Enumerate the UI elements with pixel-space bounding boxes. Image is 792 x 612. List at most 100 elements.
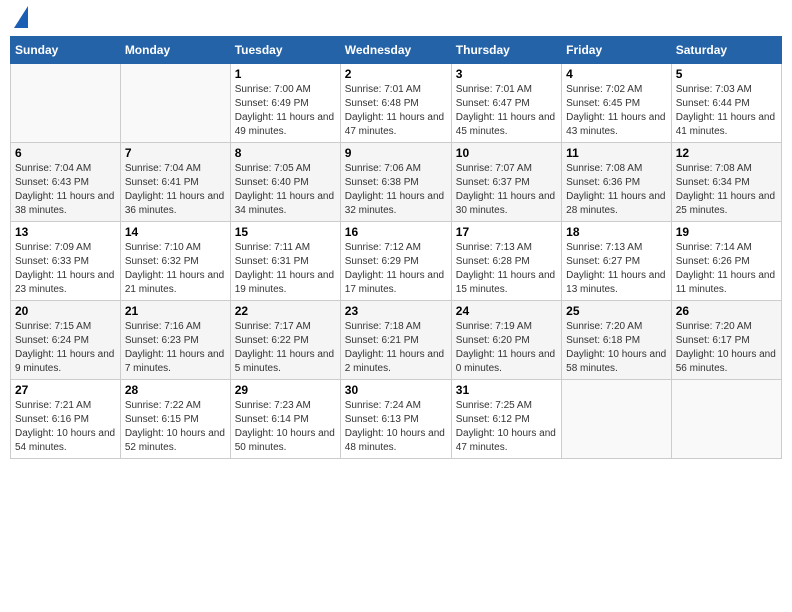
calendar-cell: 13 Sunrise: 7:09 AMSunset: 6:33 PMDayligh… — [11, 222, 121, 301]
day-info: Sunrise: 7:21 AMSunset: 6:16 PMDaylight:… — [15, 399, 116, 455]
day-number: 13 — [15, 225, 116, 239]
day-info: Sunrise: 7:00 AMSunset: 6:49 PMDaylight:… — [235, 83, 336, 139]
day-info: Sunrise: 7:12 AMSunset: 6:29 PMDaylight:… — [345, 241, 447, 297]
day-info: Sunrise: 7:22 AMSunset: 6:15 PMDaylight:… — [125, 399, 226, 455]
calendar-cell: 27 Sunrise: 7:21 AMSunset: 6:16 PMDayligh… — [11, 380, 121, 459]
day-number: 24 — [456, 304, 557, 318]
day-number: 21 — [125, 304, 226, 318]
day-number: 11 — [566, 146, 667, 160]
calendar-cell: 22Sunrise: 7:17 AMSunset: 6:22 PMDayligh… — [230, 301, 340, 380]
day-info: Sunrise: 7:08 AMSunset: 6:34 PMDaylight:… — [676, 162, 777, 218]
calendar-cell: 19 Sunrise: 7:14 AMSunset: 6:26 PMDayligh… — [671, 222, 781, 301]
calendar-cell: 25 Sunrise: 7:20 AMSunset: 6:18 PMDayligh… — [562, 301, 672, 380]
day-info: Sunrise: 7:04 AMSunset: 6:43 PMDaylight:… — [15, 162, 116, 218]
calendar-cell — [671, 380, 781, 459]
calendar-cell: 30 Sunrise: 7:24 AMSunset: 6:13 PMDayligh… — [340, 380, 451, 459]
day-number: 30 — [345, 383, 447, 397]
calendar-week-row: 6 Sunrise: 7:04 AMSunset: 6:43 PMDaylight… — [11, 143, 782, 222]
calendar-cell: 26Sunrise: 7:20 AMSunset: 6:17 PMDayligh… — [671, 301, 781, 380]
day-info: Sunrise: 7:04 AMSunset: 6:41 PMDaylight:… — [125, 162, 226, 218]
day-info: Sunrise: 7:14 AMSunset: 6:26 PMDaylight:… — [676, 241, 777, 297]
logo-arrow-icon — [14, 6, 28, 28]
calendar-cell: 21Sunrise: 7:16 AMSunset: 6:23 PMDayligh… — [120, 301, 230, 380]
day-number: 9 — [345, 146, 447, 160]
calendar-cell: 29Sunrise: 7:23 AMSunset: 6:14 PMDayligh… — [230, 380, 340, 459]
calendar-header-row: SundayMondayTuesdayWednesdayThursdayFrid… — [11, 37, 782, 64]
day-info: Sunrise: 7:01 AMSunset: 6:47 PMDaylight:… — [456, 83, 557, 139]
calendar-cell: 17 Sunrise: 7:13 AMSunset: 6:28 PMDayligh… — [451, 222, 561, 301]
day-number: 14 — [125, 225, 226, 239]
day-number: 17 — [456, 225, 557, 239]
day-number: 20 — [15, 304, 116, 318]
day-number: 2 — [345, 67, 447, 81]
day-number: 23 — [345, 304, 447, 318]
day-info: Sunrise: 7:19 AMSunset: 6:20 PMDaylight:… — [456, 320, 557, 376]
day-info: Sunrise: 7:01 AMSunset: 6:48 PMDaylight:… — [345, 83, 447, 139]
calendar-week-row: 27 Sunrise: 7:21 AMSunset: 6:16 PMDayligh… — [11, 380, 782, 459]
day-info: Sunrise: 7:02 AMSunset: 6:45 PMDaylight:… — [566, 83, 667, 139]
calendar-cell: 1Sunrise: 7:00 AMSunset: 6:49 PMDaylight… — [230, 64, 340, 143]
weekday-header: Friday — [562, 37, 672, 64]
calendar-cell: 24 Sunrise: 7:19 AMSunset: 6:20 PMDayligh… — [451, 301, 561, 380]
day-number: 10 — [456, 146, 557, 160]
calendar-cell: 5 Sunrise: 7:03 AMSunset: 6:44 PMDaylight… — [671, 64, 781, 143]
day-number: 26 — [676, 304, 777, 318]
day-number: 29 — [235, 383, 336, 397]
day-info: Sunrise: 7:08 AMSunset: 6:36 PMDaylight:… — [566, 162, 667, 218]
day-number: 18 — [566, 225, 667, 239]
calendar-cell: 2 Sunrise: 7:01 AMSunset: 6:48 PMDaylight… — [340, 64, 451, 143]
weekday-header: Sunday — [11, 37, 121, 64]
calendar-cell: 16 Sunrise: 7:12 AMSunset: 6:29 PMDayligh… — [340, 222, 451, 301]
calendar-cell: 3 Sunrise: 7:01 AMSunset: 6:47 PMDaylight… — [451, 64, 561, 143]
calendar-cell: 20 Sunrise: 7:15 AMSunset: 6:24 PMDayligh… — [11, 301, 121, 380]
calendar-cell — [11, 64, 121, 143]
page-header — [10, 10, 782, 28]
calendar-cell: 31Sunrise: 7:25 AMSunset: 6:12 PMDayligh… — [451, 380, 561, 459]
weekday-header: Monday — [120, 37, 230, 64]
calendar-cell: 8Sunrise: 7:05 AMSunset: 6:40 PMDaylight… — [230, 143, 340, 222]
calendar-cell: 10 Sunrise: 7:07 AMSunset: 6:37 PMDayligh… — [451, 143, 561, 222]
calendar-week-row: 13 Sunrise: 7:09 AMSunset: 6:33 PMDayligh… — [11, 222, 782, 301]
calendar-cell: 11 Sunrise: 7:08 AMSunset: 6:36 PMDayligh… — [562, 143, 672, 222]
weekday-header: Tuesday — [230, 37, 340, 64]
day-info: Sunrise: 7:11 AMSunset: 6:31 PMDaylight:… — [235, 241, 336, 297]
weekday-header: Thursday — [451, 37, 561, 64]
day-number: 19 — [676, 225, 777, 239]
calendar-cell: 12 Sunrise: 7:08 AMSunset: 6:34 PMDayligh… — [671, 143, 781, 222]
calendar-cell: 7Sunrise: 7:04 AMSunset: 6:41 PMDaylight… — [120, 143, 230, 222]
day-info: Sunrise: 7:03 AMSunset: 6:44 PMDaylight:… — [676, 83, 777, 139]
day-number: 16 — [345, 225, 447, 239]
day-number: 27 — [15, 383, 116, 397]
day-info: Sunrise: 7:24 AMSunset: 6:13 PMDaylight:… — [345, 399, 447, 455]
day-number: 5 — [676, 67, 777, 81]
day-info: Sunrise: 7:10 AMSunset: 6:32 PMDaylight:… — [125, 241, 226, 297]
day-info: Sunrise: 7:18 AMSunset: 6:21 PMDaylight:… — [345, 320, 447, 376]
day-number: 3 — [456, 67, 557, 81]
day-info: Sunrise: 7:07 AMSunset: 6:37 PMDaylight:… — [456, 162, 557, 218]
day-number: 6 — [15, 146, 116, 160]
calendar-cell: 18 Sunrise: 7:13 AMSunset: 6:27 PMDayligh… — [562, 222, 672, 301]
day-number: 25 — [566, 304, 667, 318]
day-number: 4 — [566, 67, 667, 81]
calendar-cell: 9 Sunrise: 7:06 AMSunset: 6:38 PMDaylight… — [340, 143, 451, 222]
day-number: 28 — [125, 383, 226, 397]
day-info: Sunrise: 7:15 AMSunset: 6:24 PMDaylight:… — [15, 320, 116, 376]
day-info: Sunrise: 7:13 AMSunset: 6:28 PMDaylight:… — [456, 241, 557, 297]
day-info: Sunrise: 7:13 AMSunset: 6:27 PMDaylight:… — [566, 241, 667, 297]
calendar-week-row: 20 Sunrise: 7:15 AMSunset: 6:24 PMDayligh… — [11, 301, 782, 380]
calendar-week-row: 1Sunrise: 7:00 AMSunset: 6:49 PMDaylight… — [11, 64, 782, 143]
calendar-cell: 28 Sunrise: 7:22 AMSunset: 6:15 PMDayligh… — [120, 380, 230, 459]
day-number: 8 — [235, 146, 336, 160]
weekday-header: Saturday — [671, 37, 781, 64]
calendar-cell — [562, 380, 672, 459]
calendar-table: SundayMondayTuesdayWednesdayThursdayFrid… — [10, 36, 782, 459]
calendar-cell: 4 Sunrise: 7:02 AMSunset: 6:45 PMDaylight… — [562, 64, 672, 143]
day-number: 15 — [235, 225, 336, 239]
day-info: Sunrise: 7:20 AMSunset: 6:18 PMDaylight:… — [566, 320, 667, 376]
day-number: 12 — [676, 146, 777, 160]
day-info: Sunrise: 7:09 AMSunset: 6:33 PMDaylight:… — [15, 241, 116, 297]
day-number: 22 — [235, 304, 336, 318]
day-info: Sunrise: 7:06 AMSunset: 6:38 PMDaylight:… — [345, 162, 447, 218]
calendar-cell — [120, 64, 230, 143]
day-info: Sunrise: 7:25 AMSunset: 6:12 PMDaylight:… — [456, 399, 557, 455]
